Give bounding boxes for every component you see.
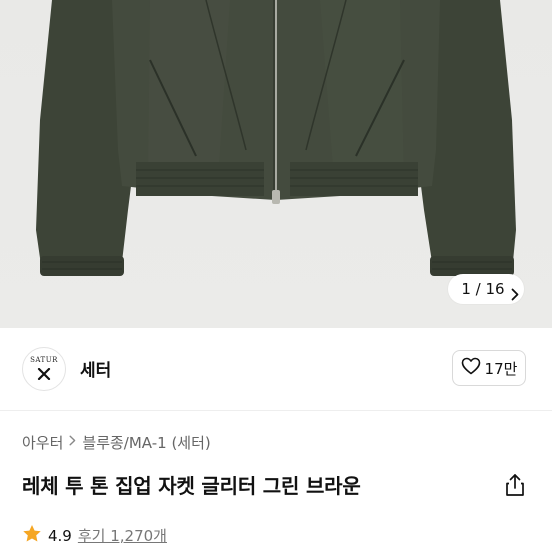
breadcrumb-item-outer[interactable]: 아우터 — [22, 432, 63, 453]
brand-name[interactable]: 세터 — [80, 356, 111, 381]
product-title: 레체 투 톤 집업 자켓 글리터 그린 브라운 — [22, 474, 361, 498]
crossed-mark-icon — [37, 365, 51, 384]
share-icon — [502, 474, 528, 502]
rating-score: 4.9 — [48, 526, 72, 545]
image-counter[interactable]: 1 / 16 — [448, 274, 524, 304]
rating-row: 4.9 후기 1,270개 — [22, 524, 167, 547]
image-counter-text: 1 / 16 — [461, 280, 505, 298]
star-icon — [22, 524, 42, 547]
product-image-gallery[interactable]: 1 / 16 — [0, 0, 552, 328]
chevron-right-icon — [69, 435, 76, 450]
breadcrumb: 아우터 블루종/MA-1 (세터) — [22, 432, 211, 453]
heart-outline-icon — [461, 357, 481, 379]
like-count: 17만 — [484, 359, 518, 378]
brand-logo[interactable]: SATUR — [22, 347, 66, 391]
divider — [0, 410, 552, 411]
brand-row: SATUR 세터 17만 — [0, 328, 552, 410]
review-count-link[interactable]: 후기 1,270개 — [78, 525, 167, 546]
like-button[interactable]: 17만 — [452, 350, 526, 386]
brand-logo-text: SATUR — [30, 355, 58, 364]
share-button[interactable] — [502, 472, 528, 498]
breadcrumb-item-category[interactable]: 블루종/MA-1 (세터) — [82, 432, 210, 453]
